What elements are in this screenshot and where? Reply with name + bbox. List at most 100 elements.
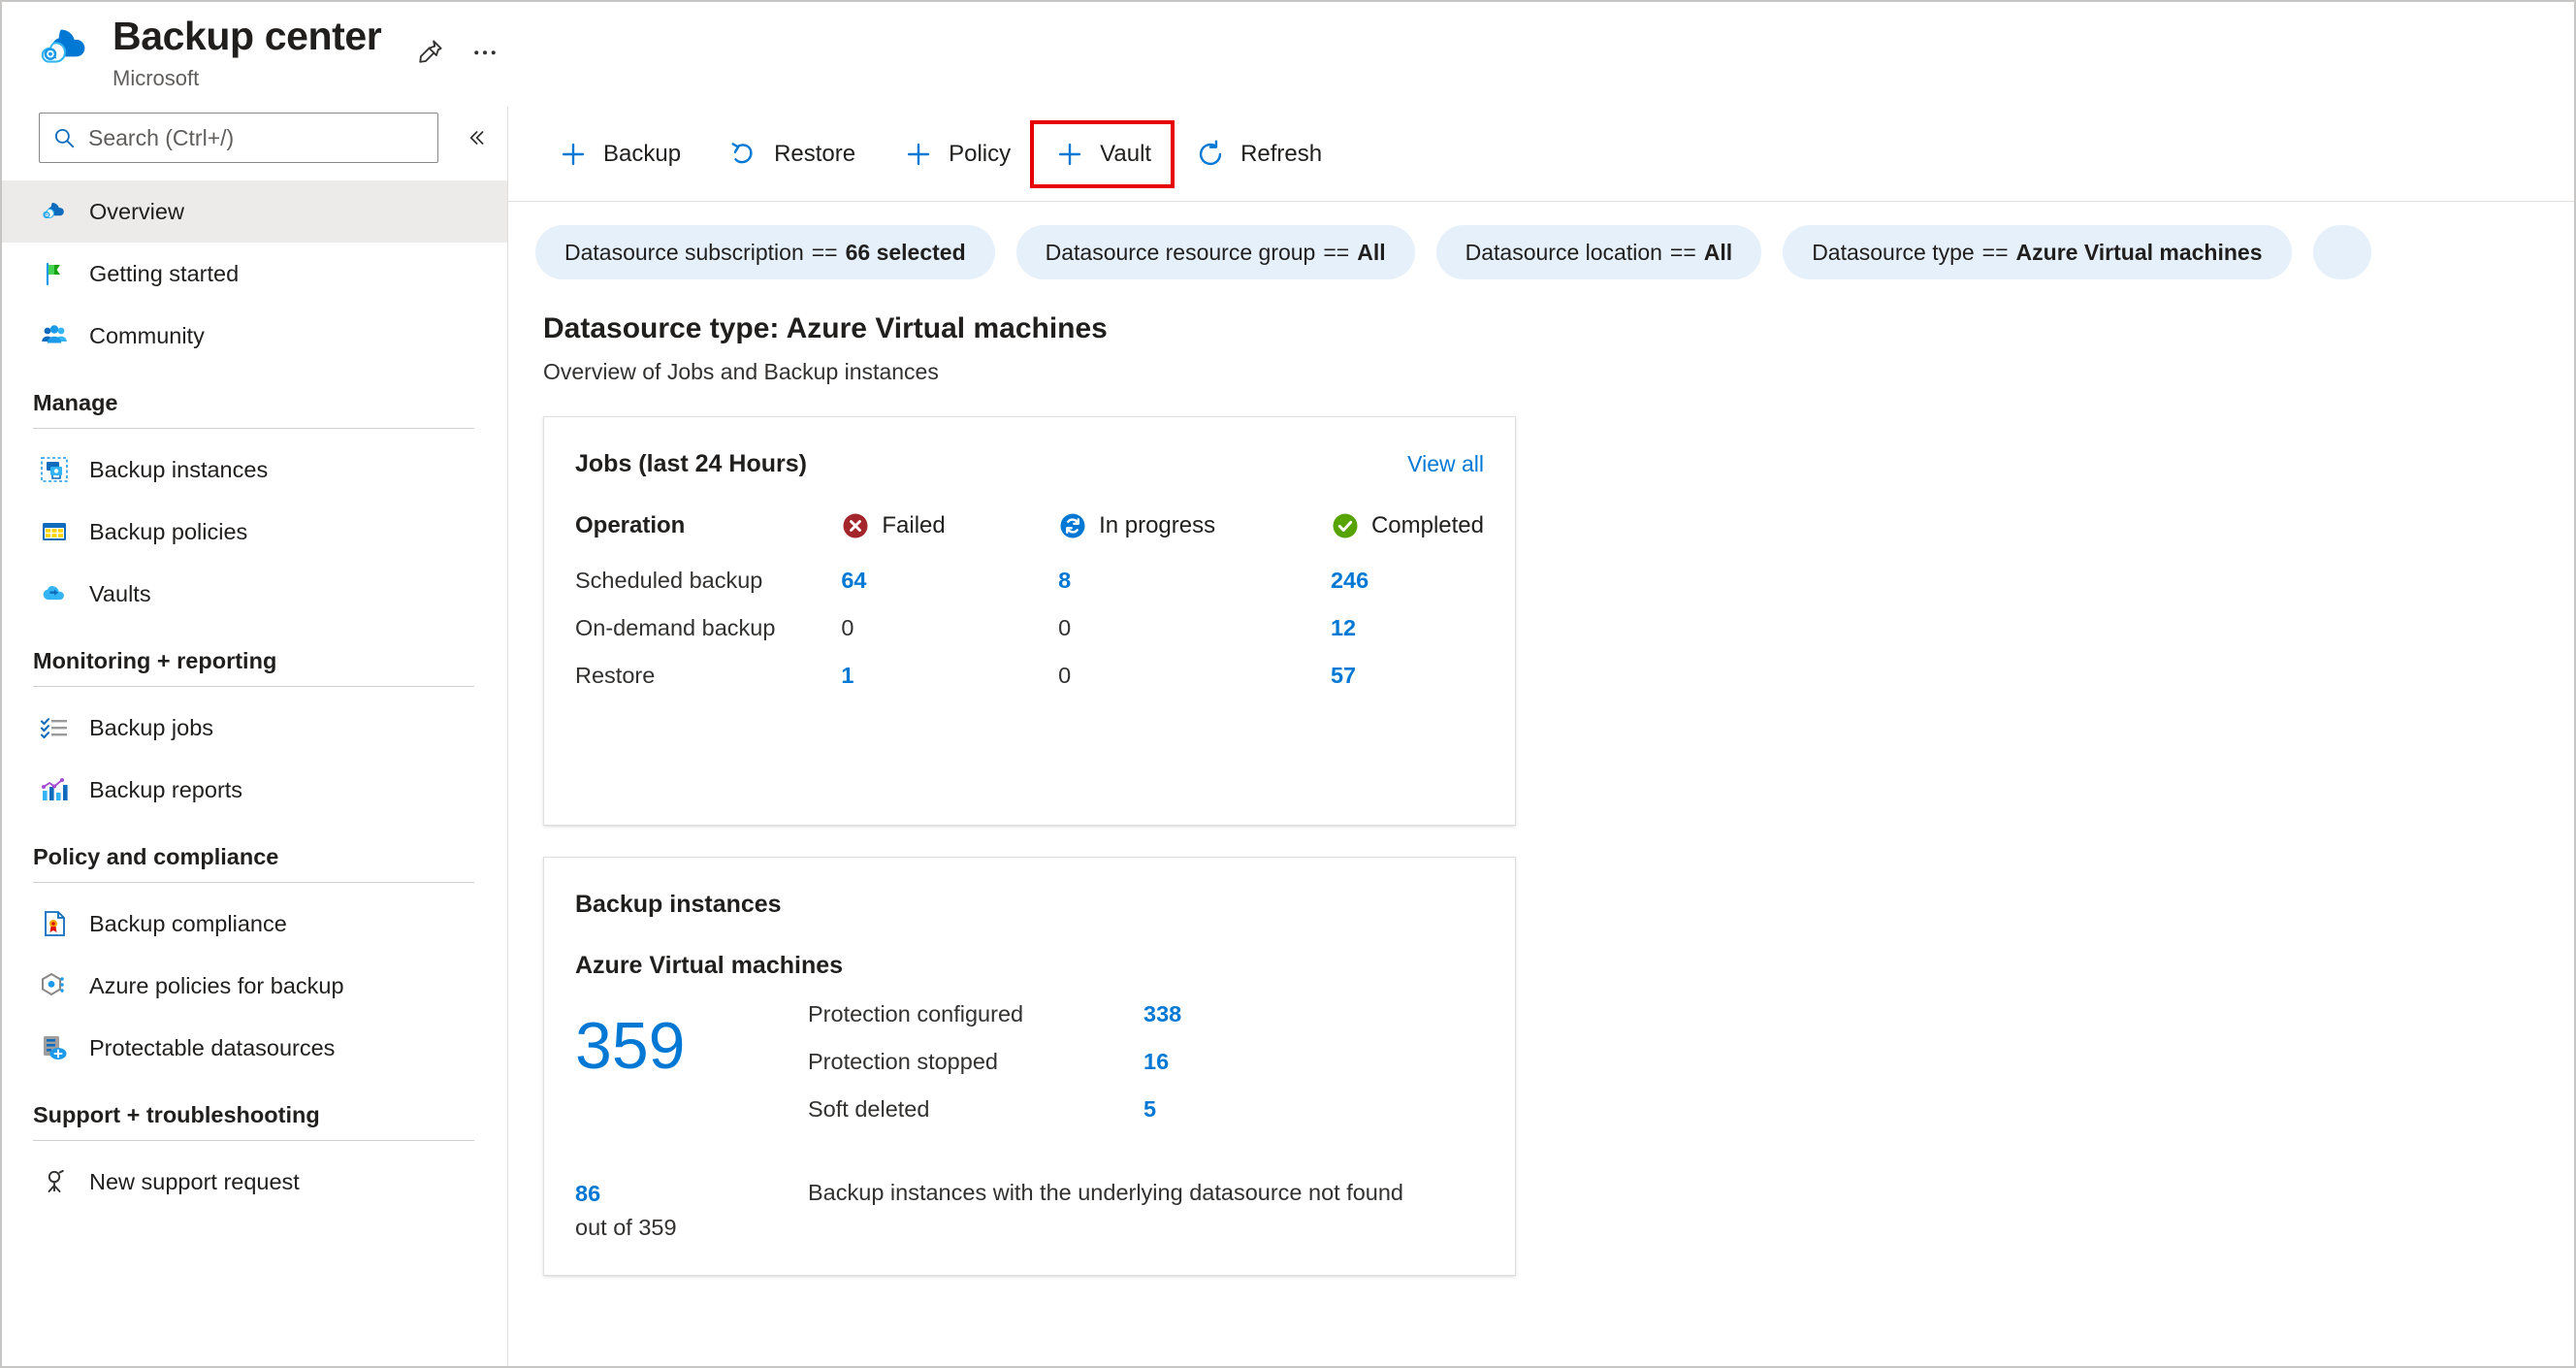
stat-value[interactable]: 16 [1143,1049,1169,1075]
sidebar-item-label: Protectable datasources [89,1034,336,1060]
filter-value: All [1357,239,1386,265]
sidebar-item-label: Community [89,322,205,348]
jobs-card-spacer [575,689,1484,796]
jobs-card-title: Jobs (last 24 Hours) [575,450,807,477]
table-row: Scheduled backup 64 8 246 [575,546,1484,594]
ellipsis-icon[interactable] [463,29,507,74]
column-label: Operation [575,512,686,538]
sidebar-item-backup-compliance[interactable]: Backup compliance [2,893,507,955]
vault-button[interactable]: Vault [1030,119,1175,188]
refresh-button[interactable]: Refresh [1171,124,1345,184]
sidebar-item-backup-instances[interactable]: Backup instances [2,439,507,501]
list-item: Protection stopped 16 [808,1049,1484,1075]
sidebar-item-azure-policies[interactable]: Azure policies for backup [2,955,507,1017]
checklist-icon [40,718,67,739]
job-operation: Restore [575,663,656,688]
sidebar-item-label: Vaults [89,580,151,606]
jobs-column-operation: Operation [575,511,841,546]
sidebar-group-policy: Policy and compliance Backup compliance [2,844,507,1079]
page-subtitle: Microsoft [113,66,200,91]
view-all-link[interactable]: View all [1407,451,1484,477]
job-inprogress-count[interactable]: 8 [1058,546,1331,594]
success-circle-icon [1333,513,1358,538]
sidebar-item-vaults[interactable]: Vaults [2,563,507,625]
instances-card-title: Backup instances [575,891,782,918]
divider [33,882,474,883]
sidebar-item-label: Overview [89,198,184,224]
plus-icon [562,143,585,165]
filter-name: Datasource subscription [564,239,804,265]
filter-name: Datasource resource group [1045,239,1316,265]
chevron-double-left-icon[interactable] [454,116,497,159]
instances-footer-text: Backup instances with the underlying dat… [808,1180,1404,1205]
filter-operator: == [1669,239,1696,265]
restore-button-label: Restore [774,140,856,167]
list-item: Protection configured 338 [808,1001,1484,1027]
list-item: Soft deleted 5 [808,1096,1484,1123]
backup-button-label: Backup [603,140,682,167]
backup-instances-icon [41,457,68,482]
jobs-column-completed: Completed [1331,511,1484,546]
sidebar-item-backup-reports[interactable]: Backup reports [2,759,507,821]
main-panel: Backup Restore Policy Vault Refresh Data… [508,107,2574,1366]
job-inprogress-count: 0 [1058,663,1072,688]
filter-pill-datasource-resource-group[interactable]: Datasource resource group == All [1015,225,1415,279]
job-failed-count[interactable]: 64 [841,546,1058,594]
job-completed-count[interactable]: 57 [1331,641,1484,689]
filter-name: Datasource location [1465,239,1662,265]
azure-policy-icon [42,972,64,996]
sidebar-group-support: Support + troubleshooting New support re… [2,1102,507,1213]
sidebar-item-new-support-request[interactable]: New support request [2,1151,507,1213]
jobs-table-header-row: Operation Failed In progress Completed [575,511,1484,546]
backup-center-logo-icon [41,29,85,63]
content-area: Datasource type: Azure Virtual machines … [508,303,2574,1366]
divider [33,1140,474,1141]
job-failed-count[interactable]: 1 [841,641,1058,689]
pin-icon[interactable] [408,29,453,74]
plus-icon [1059,143,1081,165]
sidebar-item-label: Backup jobs [89,714,214,740]
sidebar-item-community[interactable]: Community [2,305,507,367]
table-row: On-demand backup 0 0 12 [575,594,1484,641]
sidebar-item-protectable-datasources[interactable]: Protectable datasources [2,1017,507,1079]
sidebar-item-label: Azure policies for backup [89,972,344,998]
stat-label: Protection stopped [808,1049,998,1074]
title-actions [408,29,507,74]
search-input[interactable]: Search (Ctrl+/) [39,113,438,163]
filter-pill-datasource-type[interactable]: Datasource type == Azure Virtual machine… [1783,225,2292,279]
sidebar-item-label: Backup policies [89,518,248,544]
policy-button-label: Policy [949,140,1012,167]
stat-value[interactable]: 338 [1143,1001,1181,1027]
sidebar-group-title: Policy and compliance [33,844,279,869]
refresh-icon [1199,139,1222,165]
sidebar-item-backup-policies[interactable]: Backup policies [2,501,507,563]
page-title: Backup center [113,14,382,58]
sidebar-item-overview[interactable]: Overview [2,180,507,243]
support-person-icon [48,1169,64,1192]
filter-name: Datasource type [1812,239,1975,265]
command-toolbar: Backup Restore Policy Vault Refresh [508,107,2574,202]
instances-summary: 359 Protection configured 338 Protection… [575,1001,1484,1144]
policy-button[interactable]: Policy [879,124,1034,184]
sidebar-item-getting-started[interactable]: Getting started [2,243,507,305]
plus-icon [907,143,930,165]
column-label: In progress [1099,512,1216,538]
filter-value: 66 selected [845,239,966,265]
job-completed-count[interactable]: 12 [1331,594,1484,641]
footer-value[interactable]: 86 [575,1177,808,1211]
backup-button[interactable]: Backup [533,124,704,184]
sidebar-item-backup-jobs[interactable]: Backup jobs [2,697,507,759]
filter-value: All [1703,239,1733,265]
filter-pill-datasource-location[interactable]: Datasource location == All [1435,225,1762,279]
content-title: Datasource type: Azure Virtual machines [543,312,1108,344]
filter-pill-datasource-subscription[interactable]: Datasource subscription == 66 selected [535,225,995,279]
backup-instances-card: Backup instances Azure Virtual machines … [543,857,1516,1276]
filter-pill-overflow[interactable] [2312,225,2371,279]
column-label: Completed [1370,512,1484,538]
job-completed-count[interactable]: 246 [1331,546,1484,594]
footer-outof: out of 359 [575,1215,677,1241]
stat-value[interactable]: 5 [1143,1096,1156,1123]
restore-button[interactable]: Restore [704,124,879,184]
job-inprogress-count: 0 [1058,615,1072,640]
sidebar-group-monitoring: Monitoring + reporting Backup jobs Backu… [2,648,507,821]
